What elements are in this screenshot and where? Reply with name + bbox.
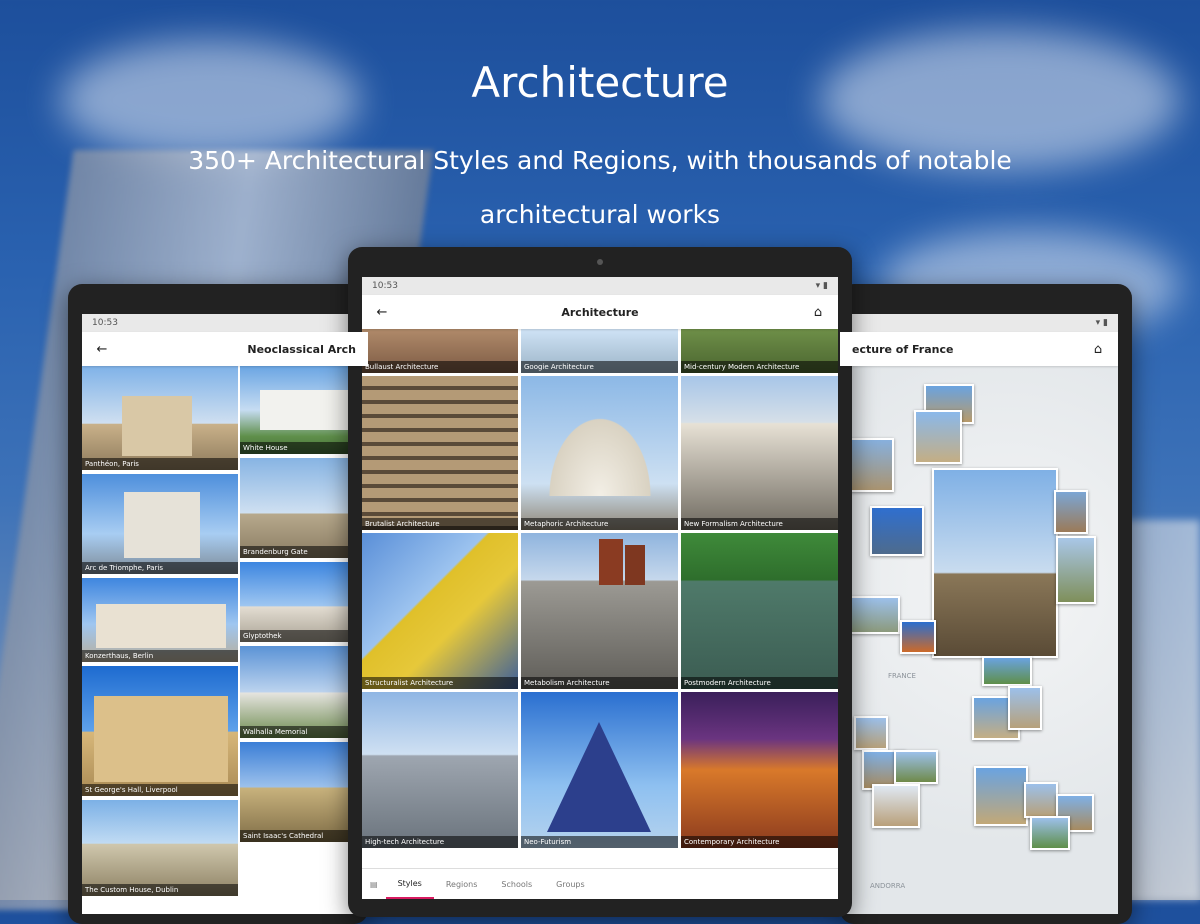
tab-groups[interactable]: Groups [544,869,597,899]
map-photo-pin[interactable] [1056,536,1096,604]
grid-tile[interactable]: The Custom House, Dublin [82,800,238,896]
center-tablet: 10:53 ▾ ▮ ← Architecture ⌂ Bullaust Arch… [348,247,852,917]
tile-caption: New Formalism Architecture [681,518,838,530]
grid-tile[interactable]: Bullaust Architecture [362,329,518,373]
app-bar: ← Neoclassical Arch [82,332,368,366]
grid-tile[interactable]: Arc de Triomphe, Paris [82,474,238,574]
map-photo-pin[interactable] [850,596,900,634]
tab-schools[interactable]: Schools [489,869,544,899]
left-tablet: 10:53 ← Neoclassical Arch Panthéon, Pari… [68,284,368,924]
tile-caption: Bullaust Architecture [362,361,518,373]
map-label: ANDORRA [870,882,906,890]
tile-caption: Metabolism Architecture [521,677,678,689]
status-time: 10:53 [372,281,398,291]
map-photo-pin[interactable] [1008,686,1042,730]
map-photo-pin[interactable] [982,656,1032,686]
screen-title: Neoclassical Arch [247,342,356,356]
grid-column: Panthéon, Paris Arc de Triomphe, Paris K… [82,366,238,896]
front-camera [597,259,603,265]
center-screen: 10:53 ▾ ▮ ← Architecture ⌂ Bullaust Arch… [362,277,838,899]
status-time: 10:53 [92,318,118,328]
tile-caption: Contemporary Architecture [681,836,838,848]
tile-caption: Panthéon, Paris [82,458,238,470]
screen-title: ecture of France [852,342,954,356]
screen-title: Architecture [561,305,639,319]
map-photo-pin[interactable] [1024,782,1058,818]
grid-tile[interactable]: Panthéon, Paris [82,366,238,470]
home-icon[interactable]: ⌂ [1090,342,1106,357]
map-photo-pin[interactable] [894,750,938,784]
tile-caption: Mid-century Modern Architecture [681,361,838,373]
tile-caption: Postmodern Architecture [681,677,838,689]
grid-tile[interactable]: Neo-Futurism [521,692,678,848]
tile-caption: The Custom House, Dublin [82,884,238,896]
back-arrow-icon[interactable]: ← [94,342,110,357]
grid-tile[interactable]: Metabolism Architecture [521,533,678,689]
tile-caption: High-tech Architecture [362,836,518,848]
map-photo-pin[interactable] [932,468,1058,658]
status-bar: ▾ ▮ [840,314,1118,332]
grid-tile[interactable]: Contemporary Architecture [681,692,838,848]
work-grid: Panthéon, Paris Arc de Triomphe, Paris K… [82,366,368,896]
map-photo-pin[interactable] [854,716,888,750]
grid-tile[interactable]: Postmodern Architecture [681,533,838,689]
map-photo-pin[interactable] [1054,490,1088,534]
status-icons: ▾ ▮ [1095,318,1108,328]
tile-caption: Googie Architecture [521,361,678,373]
status-icons: ▾ ▮ [815,281,828,291]
status-bar: 10:53 ▾ ▮ [362,277,838,295]
grid-tile[interactable]: Structuralist Architecture [362,533,518,689]
grid-tile[interactable]: Konzerthaus, Berlin [82,578,238,662]
map-photo-pin[interactable] [872,784,920,828]
map-photo-pin[interactable] [870,506,924,556]
map-photo-pin[interactable] [850,438,894,492]
home-icon[interactable]: ⌂ [810,305,826,320]
promo-subtitle: 350+ Architectural Styles and Regions, w… [188,146,1012,229]
tile-caption: Metaphoric Architecture [521,518,678,530]
tile-caption: Neo-Futurism [521,836,678,848]
map-view[interactable]: FRANCE ANDORRA [840,366,1118,914]
map-photo-pin[interactable] [1030,816,1070,850]
tile-caption: Konzerthaus, Berlin [82,650,238,662]
tab-bar-icon[interactable]: ▤ [362,869,386,899]
map-photo-pin[interactable] [914,410,962,464]
promo-title: Architecture [471,58,729,107]
map-label: FRANCE [888,672,916,680]
tile-caption: St George's Hall, Liverpool [82,784,238,796]
grid-tile[interactable]: High-tech Architecture [362,692,518,848]
style-grid: Bullaust Architecture Googie Architectur… [362,329,838,848]
tile-caption: Structuralist Architecture [362,677,518,689]
right-tablet: ▾ ▮ ecture of France ⌂ FRANCE ANDORRA [840,284,1132,924]
back-arrow-icon[interactable]: ← [374,305,390,320]
grid-tile[interactable]: Brutalist Architecture [362,376,518,530]
bottom-tab-bar: ▤ Styles Regions Schools Groups [362,868,838,899]
tile-caption: Arc de Triomphe, Paris [82,562,238,574]
app-bar: ← Architecture ⌂ [362,295,838,329]
tab-styles[interactable]: Styles [385,869,434,899]
tab-regions[interactable]: Regions [434,869,490,899]
right-screen: ▾ ▮ ecture of France ⌂ FRANCE ANDORRA [840,314,1118,914]
map-photo-pin[interactable] [974,766,1028,826]
app-bar: ecture of France ⌂ [840,332,1118,366]
grid-tile[interactable]: Metaphoric Architecture [521,376,678,530]
grid-tile[interactable]: St George's Hall, Liverpool [82,666,238,796]
status-bar: 10:53 [82,314,368,332]
grid-tile[interactable]: Googie Architecture [521,329,678,373]
map-photo-pin[interactable] [900,620,936,654]
tile-caption: Brutalist Architecture [362,518,518,530]
left-screen: 10:53 ← Neoclassical Arch Panthéon, Pari… [82,314,368,914]
grid-tile[interactable]: Mid-century Modern Architecture [681,329,838,373]
grid-tile[interactable]: New Formalism Architecture [681,376,838,530]
